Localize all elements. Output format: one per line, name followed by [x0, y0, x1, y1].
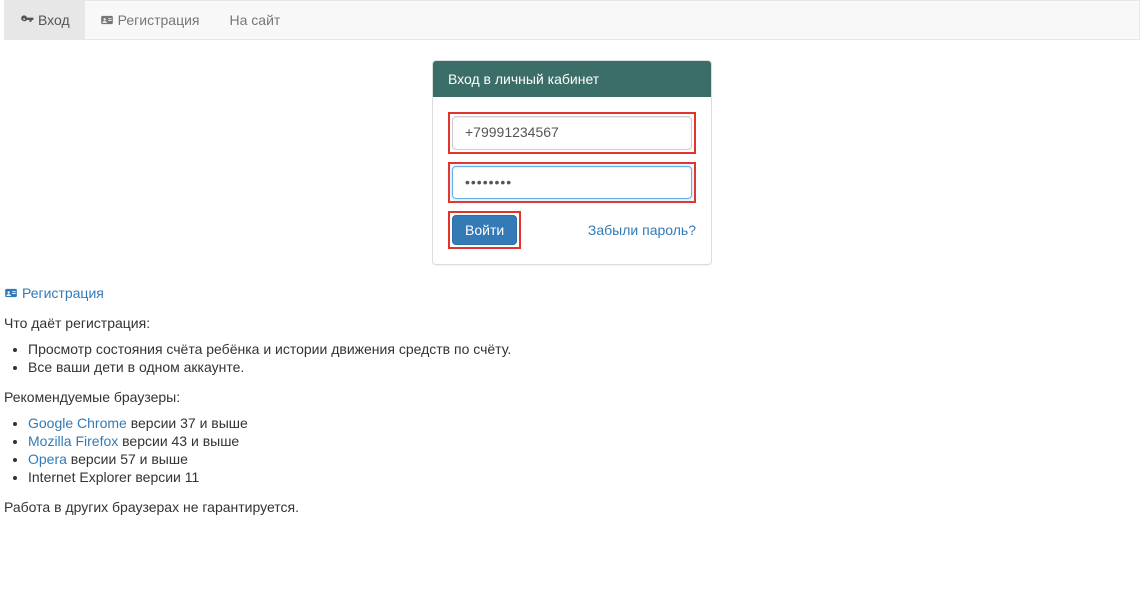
password-input[interactable] — [452, 166, 692, 200]
list-item: Internet Explorer версии 11 — [28, 469, 1140, 485]
login-panel: Вход в личный кабинет Войти Забыли парол… — [432, 60, 712, 265]
browser-suffix: версии 37 и выше — [127, 415, 248, 431]
panel-heading: Вход в личный кабинет — [433, 61, 711, 97]
submit-button[interactable]: Войти — [452, 215, 517, 245]
list-item: Все ваши дети в одном аккаунте. — [28, 359, 1140, 375]
id-card-icon — [100, 13, 114, 27]
highlight-phone — [448, 112, 696, 154]
key-icon — [20, 13, 34, 27]
registration-heading: Что даёт регистрация: — [4, 315, 1140, 331]
forgot-password-link[interactable]: Забыли пароль? — [588, 222, 696, 238]
list-item: Google Chrome версии 37 и выше — [28, 415, 1140, 431]
browser-link[interactable]: Google Chrome — [28, 415, 127, 431]
browser-name: Internet Explorer версии 11 — [28, 469, 199, 485]
list-item: Mozilla Firefox версии 43 и выше — [28, 433, 1140, 449]
content: Регистрация Что даёт регистрация: Просмо… — [0, 285, 1144, 515]
id-card-icon — [4, 286, 18, 300]
list-item: Opera версии 57 и выше — [28, 451, 1140, 467]
list-item: Просмотр состояния счёта ребёнка и истор… — [28, 341, 1140, 357]
panel-body: Войти Забыли пароль? — [433, 97, 711, 264]
browsers-list: Google Chrome версии 37 и выше Mozilla F… — [28, 415, 1140, 485]
nav-login-label: Вход — [38, 12, 70, 28]
phone-input[interactable] — [452, 116, 692, 150]
nav-site[interactable]: На сайт — [215, 1, 296, 39]
nav-site-label: На сайт — [230, 12, 281, 28]
nav-login[interactable]: Вход — [5, 1, 85, 39]
nav-register[interactable]: Регистрация — [85, 1, 215, 39]
browser-link[interactable]: Mozilla Firefox — [28, 433, 118, 449]
registration-link[interactable]: Регистрация — [22, 285, 104, 301]
browser-link[interactable]: Opera — [28, 451, 67, 467]
highlight-submit: Войти — [448, 211, 521, 249]
nav-register-label: Регистрация — [118, 12, 200, 28]
browsers-footer: Работа в других браузерах не гарантирует… — [4, 499, 1140, 515]
button-row: Войти Забыли пароль? — [448, 211, 696, 249]
browser-suffix: версии 57 и выше — [67, 451, 188, 467]
browser-suffix: версии 43 и выше — [118, 433, 239, 449]
benefits-list: Просмотр состояния счёта ребёнка и истор… — [28, 341, 1140, 375]
browsers-heading: Рекомендуемые браузеры: — [4, 389, 1140, 405]
navbar: Вход Регистрация На сайт — [4, 0, 1140, 40]
registration-line: Регистрация — [4, 285, 1140, 301]
highlight-password — [448, 162, 696, 204]
